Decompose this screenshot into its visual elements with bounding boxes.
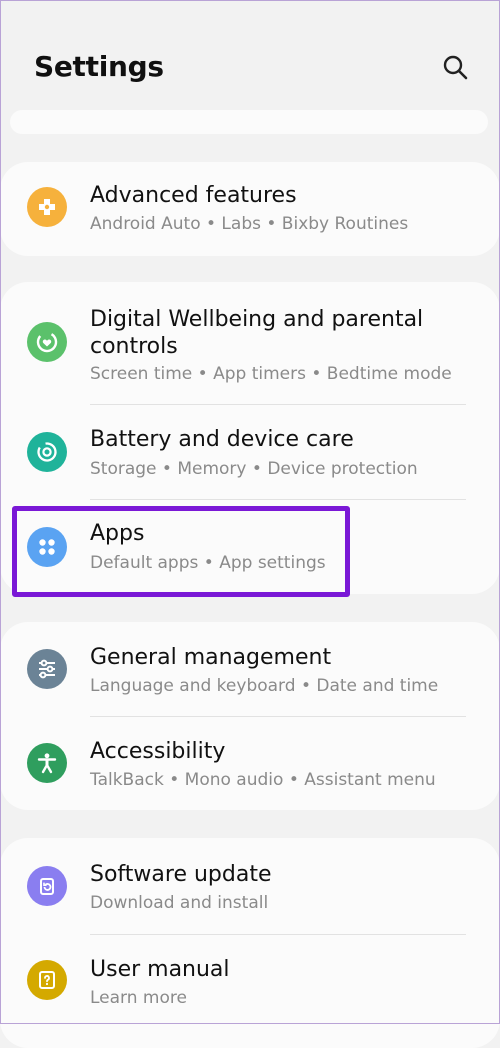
settings-item-label: General management [90,645,332,670]
search-button[interactable] [438,50,472,84]
settings-item-digital-wellbeing[interactable]: Digital Wellbeing and parental controls … [0,282,500,404]
settings-item-subtitle: Download and install [90,893,269,913]
plus-puzzle-icon [27,187,67,227]
settings-item-label: User manual [90,957,230,982]
settings-item-label-line2: controls [90,334,178,359]
scrolled-card-edge [10,110,488,134]
settings-card-wellbeing-group: Digital Wellbeing and parental controls … [0,282,500,594]
settings-card-general-group: General management Language and keyboard… [0,622,500,810]
settings-item-label: Software update [90,862,272,887]
settings-item-software-update[interactable]: Software update Download and install [0,838,500,934]
settings-item-label-line1: Digital Wellbeing and parental [90,307,424,332]
settings-item-subtitle: TalkBack • Mono audio • Assistant menu [90,770,436,790]
settings-item-label: Battery and device care [90,427,354,452]
app-header: Settings [0,0,500,110]
settings-item-label: Apps [90,521,145,546]
device-care-icon [27,432,67,472]
settings-item-advanced-features[interactable]: Advanced features Android Auto • Labs • … [0,162,500,256]
settings-item-user-manual[interactable]: User manual Learn more [0,935,500,1029]
page-title: Settings [34,50,164,83]
settings-item-apps[interactable]: Apps Default apps • App settings [0,500,500,594]
settings-item-label: Advanced features [90,183,297,208]
accessibility-person-icon [27,743,67,783]
sliders-icon [27,649,67,689]
manual-question-icon [27,960,67,1000]
settings-item-subtitle: Storage • Memory • Device protection [90,459,418,479]
heart-circle-icon [27,322,67,362]
settings-card-software-group: Software update Download and install Use… [0,838,500,1048]
settings-item-accessibility[interactable]: Accessibility TalkBack • Mono audio • As… [0,717,500,810]
settings-item-subtitle: Learn more [90,988,187,1008]
settings-item-subtitle: Default apps • App settings [90,553,326,573]
settings-item-subtitle: Screen time • App timers • Bedtime mode [90,364,452,384]
update-icon [27,866,67,906]
settings-item-subtitle: Android Auto • Labs • Bixby Routines [90,214,409,234]
settings-item-battery-device-care[interactable]: Battery and device care Storage • Memory… [0,405,500,499]
settings-item-label: Accessibility [90,739,226,764]
settings-item-subtitle: Language and keyboard • Date and time [90,676,439,696]
apps-grid-icon [27,527,67,567]
settings-card-advanced: Advanced features Android Auto • Labs • … [0,162,500,256]
search-icon [443,55,468,80]
settings-item-general-management[interactable]: General management Language and keyboard… [0,622,500,716]
